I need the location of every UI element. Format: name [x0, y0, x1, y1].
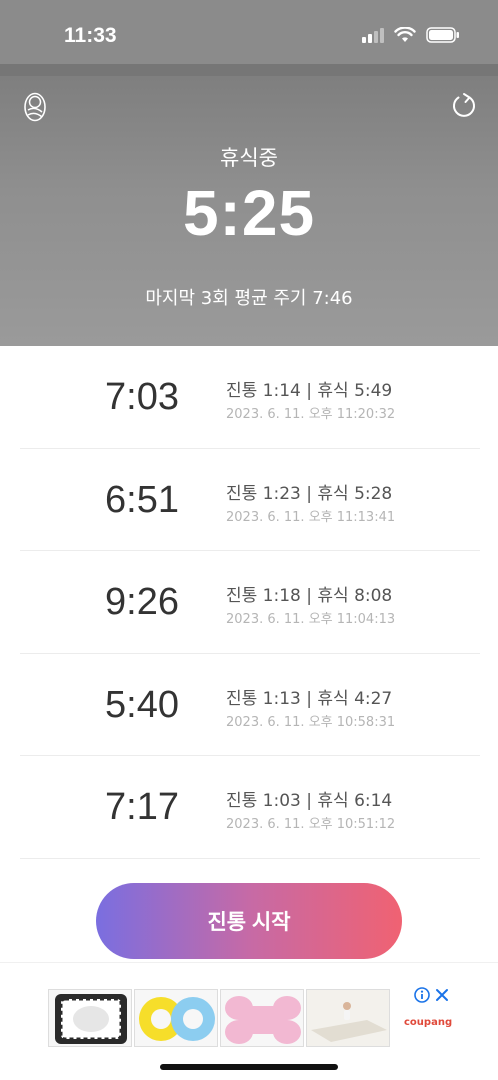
start-contraction-button[interactable]: 진통 시작	[96, 883, 402, 959]
header-divider	[0, 64, 498, 76]
record-timestamp: 2023. 6. 11. 오후 10:51:12	[226, 817, 396, 832]
ad-banner[interactable]: coupang	[0, 962, 498, 1062]
list-item[interactable]: 9:26 진통 1:18 | 휴식 8:08 2023. 6. 11. 오후 1…	[20, 551, 480, 654]
list-item[interactable]: 5:40 진통 1:13 | 휴식 4:27 2023. 6. 11. 오후 1…	[20, 654, 480, 756]
record-summary: 진통 1:14 | 휴식 5:49	[226, 381, 393, 401]
info-icon[interactable]	[414, 987, 430, 1003]
record-cycle: 9:26	[105, 581, 179, 623]
record-cycle: 7:17	[105, 786, 179, 828]
record-summary: 진통 1:13 | 휴식 4:27	[226, 688, 393, 709]
record-cycle: 6:51	[105, 478, 179, 521]
wifi-icon	[394, 27, 416, 42]
record-summary: 진통 1:03 | 휴식 6:14	[226, 791, 393, 811]
ad-product-image-shampoo-cap[interactable]	[134, 989, 218, 1047]
battery-icon	[426, 27, 459, 43]
record-timestamp: 2023. 6. 11. 오후 11:20:32	[226, 407, 396, 422]
refresh-icon[interactable]	[450, 92, 478, 120]
app-screen: 11:33 휴식중 5:25 마지막 3회 평균 주기 7:46 7:03 진통…	[0, 0, 498, 1080]
list-item[interactable]: 7:17 진통 1:03 | 휴식 6:14 2023. 6. 11. 오후 1…	[20, 756, 480, 859]
list-item[interactable]: 6:51 진통 1:23 | 휴식 5:28 2023. 6. 11. 오후 1…	[20, 449, 480, 551]
contraction-header: 휴식중 5:25 마지막 3회 평균 주기 7:46	[0, 64, 498, 346]
elapsed-timer: 5:25	[182, 177, 316, 249]
ad-brand-label: coupang	[404, 1017, 453, 1028]
status-icons	[362, 27, 460, 43]
record-cycle: 5:40	[105, 683, 179, 726]
ad-product-image-play-mat[interactable]	[48, 989, 132, 1047]
record-cycle: 7:03	[105, 376, 179, 418]
average-cycle-text: 마지막 3회 평균 주기 7:46	[145, 288, 353, 309]
baby-icon[interactable]	[22, 90, 48, 122]
status-time: 11:33	[64, 24, 117, 47]
close-icon[interactable]	[434, 987, 450, 1003]
record-summary: 진통 1:23 | 휴식 5:28	[226, 483, 393, 504]
record-timestamp: 2023. 6. 11. 오후 10:58:31	[226, 714, 396, 730]
signal-icon	[362, 27, 384, 43]
contraction-record-list: 7:03 진통 1:14 | 휴식 5:49 2023. 6. 11. 오후 1…	[20, 346, 480, 859]
ad-product-image-floor-mat[interactable]	[306, 989, 390, 1047]
record-timestamp: 2023. 6. 11. 오후 11:13:41	[226, 509, 396, 525]
record-summary: 진통 1:18 | 휴식 8:08	[226, 586, 393, 606]
state-label: 휴식중	[220, 146, 278, 170]
record-timestamp: 2023. 6. 11. 오후 11:04:13	[226, 612, 396, 627]
home-indicator	[160, 1064, 338, 1070]
status-bar: 11:33	[0, 0, 498, 64]
ad-product-image-pillow[interactable]	[220, 989, 304, 1047]
list-item[interactable]: 7:03 진통 1:14 | 휴식 5:49 2023. 6. 11. 오후 1…	[20, 346, 480, 449]
